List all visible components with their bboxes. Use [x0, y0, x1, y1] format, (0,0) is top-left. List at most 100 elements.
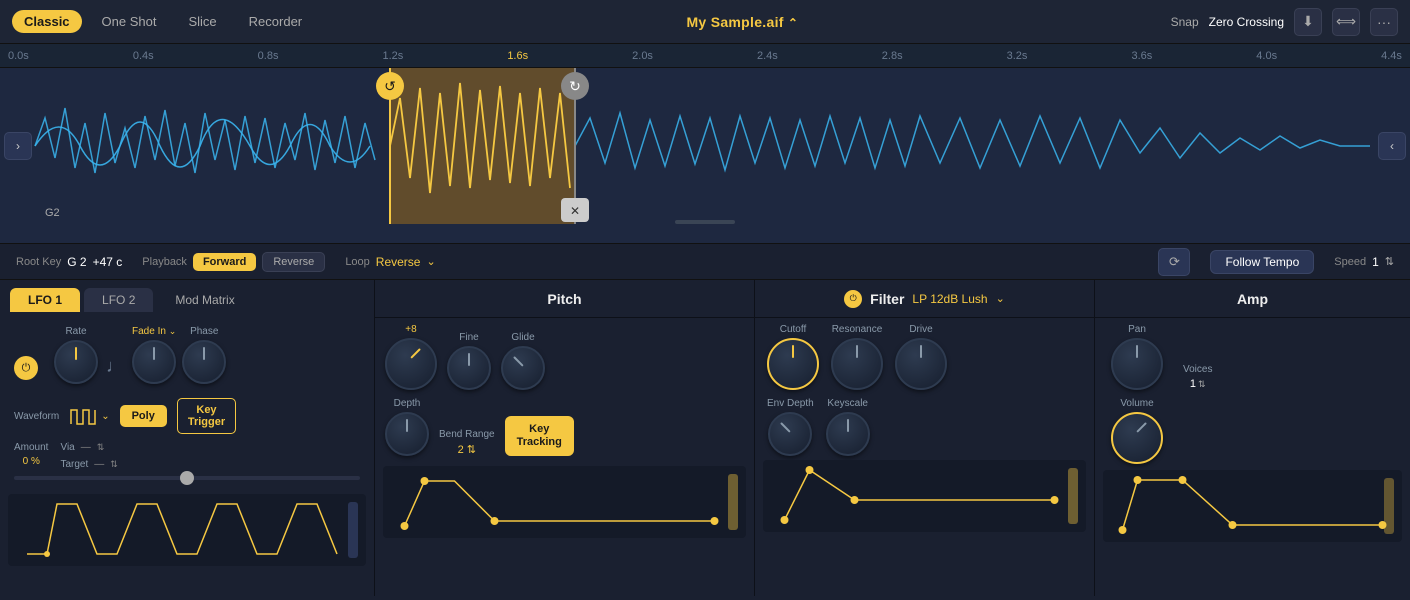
amp-knobs-row1: Pan Voices 1 ⇅: [1095, 318, 1410, 396]
glide-knob[interactable]: [501, 346, 545, 390]
pan-knob[interactable]: [1111, 338, 1163, 390]
top-bar: Classic One Shot Slice Recorder My Sampl…: [0, 0, 1410, 44]
keyscale-label: Keyscale: [827, 398, 868, 409]
glide-label: Glide: [511, 332, 534, 343]
filter-envelope-graph: [763, 460, 1086, 532]
waveform-container[interactable]: › ‹ ↺ ↻: [0, 68, 1410, 224]
speed-value[interactable]: 1: [1372, 255, 1379, 269]
loop-label: Loop: [345, 256, 369, 268]
lfo-panel: LFO 1 LFO 2 Mod Matrix ⏻ Rate ♩ Fade In: [0, 280, 375, 596]
tab-classic[interactable]: Classic: [12, 10, 82, 33]
filter-power-btn[interactable]: ⏻: [844, 290, 862, 308]
pan-label: Pan: [1128, 324, 1146, 335]
marker-5: 2.0s: [632, 50, 653, 62]
lfo-envelope-graph: [8, 494, 366, 566]
tab-oneshot[interactable]: One Shot: [90, 10, 169, 33]
timeline-markers: 0.0s 0.4s 0.8s 1.2s 1.6s 2.0s 2.4s 2.8s …: [8, 50, 1402, 62]
lfo-tab-2[interactable]: LFO 2: [84, 288, 153, 312]
download-icon[interactable]: ⬇: [1294, 8, 1322, 36]
rate-knob[interactable]: [54, 340, 98, 384]
tab-slice[interactable]: Slice: [176, 10, 228, 33]
resonance-group: Resonance: [831, 324, 883, 390]
env-depth-knob[interactable]: [768, 412, 812, 456]
filter-panel: ⏻ Filter LP 12dB Lush ⌄ Cutoff Resonance…: [755, 280, 1095, 596]
lfo-slider-track[interactable]: [14, 476, 360, 480]
lfo-power-btn[interactable]: ⏻: [14, 356, 38, 380]
fade-label: Fade In ⌄: [132, 326, 176, 337]
amp-knobs-row2: Volume: [1095, 396, 1410, 466]
marker-10: 4.0s: [1256, 50, 1277, 62]
target-value: —: [94, 459, 104, 470]
snap-value[interactable]: Zero Crossing: [1209, 15, 1284, 29]
note-icon[interactable]: ♩: [104, 344, 126, 388]
marker-2: 0.8s: [258, 50, 279, 62]
depth-knob[interactable]: [385, 412, 429, 456]
marker-11: 4.4s: [1381, 50, 1402, 62]
pitch-main-knob[interactable]: [385, 338, 437, 390]
waveform-svg: ↺ ↻ ✕ G2: [0, 68, 1410, 224]
lfo-slider-container: [14, 476, 360, 480]
keyscale-group: Keyscale: [826, 398, 870, 456]
key-trigger-btn[interactable]: KeyTrigger: [177, 398, 236, 434]
resonance-knob[interactable]: [831, 338, 883, 390]
lfo-row3: Amount 0 % Via — ⇅ Target — ⇅: [14, 442, 360, 470]
follow-tempo-btn[interactable]: Follow Tempo: [1210, 250, 1314, 274]
root-key-note: G 2: [67, 255, 86, 269]
waveform-selector[interactable]: ⌄: [69, 406, 109, 426]
pitch-envelope-graph: [383, 466, 746, 538]
phase-knob[interactable]: [182, 340, 226, 384]
pitch-env-bar: [728, 474, 738, 530]
target-label: Target: [60, 459, 88, 470]
bend-range-arrows[interactable]: ⇅: [467, 443, 476, 456]
playback-label: Playback: [142, 256, 187, 268]
cutoff-knob[interactable]: [767, 338, 819, 390]
fade-knob[interactable]: [132, 340, 176, 384]
lfo-phase-group: Phase: [182, 326, 226, 384]
marker-7: 2.8s: [882, 50, 903, 62]
key-tracking-btn[interactable]: KeyTracking: [505, 416, 574, 456]
bend-range-group: Bend Range 2 ⇅: [439, 429, 495, 456]
pitch-main-group: +8: [385, 324, 437, 390]
keyscale-knob[interactable]: [826, 412, 870, 456]
depth-group: Depth: [385, 398, 429, 456]
marker-6: 2.4s: [757, 50, 778, 62]
filter-type-arrow[interactable]: ⌄: [996, 292, 1005, 305]
voices-label: Voices: [1183, 364, 1212, 375]
via-value: —: [81, 442, 91, 453]
pitch-panel: Pitch +8 Fine Glide Depth Bend Ran: [375, 280, 755, 596]
loop-group: Loop Reverse ⌄: [345, 255, 435, 269]
more-icon[interactable]: ···: [1370, 8, 1398, 36]
drive-knob[interactable]: [895, 338, 947, 390]
pitch-knobs-row2: Depth Bend Range 2 ⇅ KeyTracking: [375, 396, 754, 462]
env-depth-group: Env Depth: [767, 398, 814, 456]
volume-knob[interactable]: [1111, 412, 1163, 464]
poly-btn[interactable]: Poly: [120, 405, 167, 427]
reverse-btn[interactable]: Reverse: [262, 252, 325, 272]
voices-value[interactable]: 1 ⇅: [1190, 378, 1206, 390]
fine-label: Fine: [459, 332, 478, 343]
pitch-knobs-row1: +8 Fine Glide: [375, 318, 754, 396]
via-row: Via — ⇅: [60, 442, 117, 453]
marker-8: 3.2s: [1007, 50, 1028, 62]
tab-recorder[interactable]: Recorder: [237, 10, 314, 33]
lfo-tab-mod[interactable]: Mod Matrix: [157, 288, 252, 312]
pitch-value: +8: [405, 324, 416, 335]
filter-type[interactable]: LP 12dB Lush: [912, 292, 987, 306]
filter-env-svg: [763, 460, 1086, 532]
timeline: 0.0s 0.4s 0.8s 1.2s 1.6s 2.0s 2.4s 2.8s …: [0, 44, 1410, 68]
lfo-slider-thumb[interactable]: [180, 471, 194, 485]
pitch-title: Pitch: [375, 280, 754, 318]
amp-env-svg: [1103, 470, 1402, 542]
fine-knob[interactable]: [447, 346, 491, 390]
forward-btn[interactable]: Forward: [193, 253, 256, 271]
filter-title: Filter: [870, 291, 904, 307]
speed-group: Speed 1 ⇅: [1334, 255, 1394, 269]
lfo-tab-1[interactable]: LFO 1: [10, 288, 80, 312]
amount-group: Amount 0 %: [14, 442, 48, 467]
waveform-nav-right[interactable]: ‹: [1378, 132, 1406, 160]
waveform-nav-left[interactable]: ›: [4, 132, 32, 160]
waveform-toggle-btn[interactable]: ⟳: [1158, 248, 1190, 276]
expand-icon[interactable]: ⟺: [1332, 8, 1360, 36]
loop-value[interactable]: Reverse: [376, 255, 421, 269]
cutoff-group: Cutoff: [767, 324, 819, 390]
